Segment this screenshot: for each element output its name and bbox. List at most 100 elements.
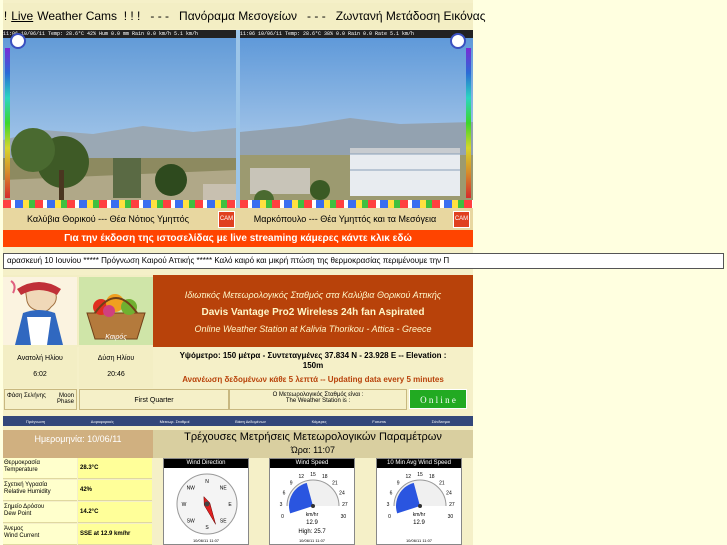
wind-speed-tick-label: 27	[342, 502, 348, 508]
wind-speed-tick-label: 18	[322, 474, 328, 480]
main-column: ! ! ! Live Weather Cams ! ! ! - - - Πανό…	[0, 0, 485, 545]
needle-hub	[204, 501, 210, 507]
avg-wind-tick-label: 12	[405, 474, 411, 480]
measurements-title: Τρέχουσες Μετρήσεις Μετεωρολογικών Παραμ…	[184, 431, 442, 443]
ticker-text: αρασκευή 10 Ιουνίου ***** Πρόγνωση Καιρο…	[7, 256, 450, 265]
left-webcam-overlay: 11:06 10/06/11 Temp: 28.6°C 42% Hum 0.0 …	[3, 30, 236, 38]
moon-label-cell: Φάση Σελήνης Moon Phase	[4, 389, 77, 410]
nav-item-forecast[interactable]: Πρόγνωση	[26, 419, 45, 424]
location-info: Υψόμετρο: 150 μέτρα - Συντεταγμένες 37.8…	[153, 347, 473, 388]
online-status-badge: O n l i n e	[409, 389, 467, 409]
humidity-label: Σχετική Υγρασία Relative Humidity	[3, 480, 77, 501]
wind-speed-unit: km/hr	[305, 512, 319, 518]
nav-item-database[interactable]: Βάση Δεδομένων	[235, 419, 266, 424]
nav-item-links[interactable]: Σύνδεσμοι	[432, 419, 451, 424]
nav-item-forums[interactable]: Forums	[372, 419, 386, 424]
temperature-value: 28.3°C	[78, 458, 152, 479]
streaming-banner[interactable]: Για την έκδοση της ιστοσελίδας με live s…	[3, 230, 473, 247]
tv-cam-icon[interactable]: CAM	[453, 211, 470, 228]
avg-wind-needle-hub	[418, 504, 422, 508]
compass-label: SE	[220, 518, 227, 524]
forecast-ticker: αρασκευή 10 Ιουνίου ***** Πρόγνωση Καιρο…	[3, 253, 724, 269]
compass-label: NE	[220, 486, 228, 492]
compass-label: SW	[187, 518, 195, 524]
compass-label: N	[205, 479, 209, 485]
measurements-time: Ώρα: 11:07	[291, 445, 335, 455]
wind-direction-gauge: Wind Direction N NE E SE S SW W NW 10/06/11 11:…	[163, 458, 249, 545]
dewpoint-label-english: Dew Point	[4, 511, 32, 517]
measurements: Θερμοκρασία Temperature 28.3°C Σχετική Υ…	[3, 458, 473, 545]
temperature-label-greek: Θερμοκρασία	[4, 460, 40, 466]
avg-wind-tick-label: 15	[417, 472, 423, 478]
moon-phase: First Quarter	[79, 389, 229, 410]
moon-label-greek: Φάση Σελήνης	[7, 393, 46, 399]
dewpoint-value: 14.2°C	[78, 502, 152, 523]
wind-speed-footer: 10/06/11 11:07	[298, 538, 326, 543]
lady-logo-image	[3, 277, 77, 345]
compass-icon	[450, 33, 466, 49]
station-status-label: Ο Μετεωρολογικός Σταθμός είναι : The Wea…	[229, 389, 407, 410]
wind-direction-title: Wind Direction	[164, 459, 248, 468]
humidity-value: 42%	[78, 480, 152, 501]
humidity-label-greek: Σχετική Υγρασία	[4, 482, 48, 488]
wind-speed-tick-label: 24	[339, 490, 345, 496]
wind-speed-high: High: 25.7	[298, 529, 326, 535]
wind-label-greek: Άνεμος	[4, 526, 24, 532]
avg-wind-footer: 10/06/11 11:07	[405, 538, 433, 543]
right-wind-scale	[240, 200, 473, 208]
tv-cam-icon[interactable]: CAM	[218, 211, 235, 228]
avg-wind-tick-label: 27	[449, 502, 455, 508]
station-english-title: Online Weather Station at Kalivia Thorik…	[194, 324, 432, 334]
date-row: Ημερομηνία: 10/06/11 Τρέχουσες Μετρήσεις…	[3, 430, 473, 458]
header-bar: ! ! ! Live Weather Cams ! ! ! - - - Πανό…	[0, 3, 485, 29]
left-color-scale	[5, 48, 10, 198]
wind-label: Άνεμος Wind Current	[3, 524, 77, 545]
avg-wind-tick-label: 9	[397, 481, 400, 487]
wind-speed-dial: 036912 15 1821242730	[280, 472, 348, 520]
sunrise: Ανατολή Ηλίου 6:02	[3, 347, 77, 388]
compass-label: W	[182, 502, 187, 508]
wind-speed-title: Wind Speed	[270, 459, 354, 468]
sunset-label: Δύση Ηλίου	[97, 355, 135, 362]
wind-speed-gauge: Wind Speed 0 3 6 9 12 15 18 21 24 27 30 km/hr 12.9…	[269, 458, 355, 545]
avg-wind-gauge: 10 Min Avg Wind Speed 0 3 6 9 12 15 18 21 24 27 30…	[376, 458, 462, 545]
compass-icon	[10, 33, 26, 49]
avg-wind-tick-label: 18	[429, 474, 435, 480]
avg-wind-tick-label: 24	[446, 490, 452, 496]
dewpoint-label-greek: Σημείο Δρόσου	[4, 504, 45, 510]
wind-speed-tick-label: 21	[332, 481, 338, 487]
nav-item-stations[interactable]: Μετεωρ. Σταθμοί	[160, 419, 190, 424]
station-model: Davis Vantage Pro2 Wireless 24h fan Aspi…	[201, 307, 425, 318]
left-wind-scale	[3, 200, 236, 208]
right-webcam-caption[interactable]: Μαρκόπουλο --- Θέα Υμηττός και τα Μεσόγε…	[240, 208, 450, 230]
nav-item-satellite[interactable]: Δορυφορικές	[91, 419, 114, 424]
avg-wind-dial: 036912 15 1821242730	[387, 472, 455, 520]
logo-caption: Καιρός	[105, 334, 127, 341]
wind-value: SSE at 12.9 km/hr	[78, 524, 152, 545]
right-color-scale	[466, 48, 471, 198]
elevation-line: Υψόμετρο: 150 μέτρα - Συντεταγμένες 37.8…	[179, 351, 447, 360]
moon-label-english: Moon Phase	[56, 393, 74, 405]
sunset: Δύση Ηλίου 20:46	[79, 347, 153, 388]
nav-item-cameras[interactable]: Κάμερες	[312, 419, 327, 424]
date-label: Ημερομηνία: 10/06/11	[3, 430, 153, 458]
avg-wind-tick-label: 3	[387, 502, 390, 508]
wind-speed-tick-label: 15	[310, 472, 316, 478]
header-prefix: ! ! !	[0, 9, 8, 23]
right-webcam-image[interactable]: 11:06 10/06/11 Temp: 28.6°C 38% 0.0 Rain…	[240, 30, 473, 208]
avg-wind-title: 10 Min Avg Wind Speed	[377, 459, 461, 468]
status-label-english: The Weather Station is :	[285, 398, 351, 404]
wind-speed-value: 12.9	[306, 520, 318, 526]
wind-direction-dial: NNEESESSWWNW	[176, 473, 238, 535]
fruit-basket-logo: Καιρός	[79, 277, 153, 345]
station-info: Ιδιωτικός Μετεωρολογικός Σταθμός στα Καλ…	[153, 275, 473, 347]
header-title: Weather Cams ! ! ! - - - Πανόραμα Μεσογε…	[37, 9, 486, 23]
avg-wind-value: 12.9	[413, 520, 425, 526]
sunrise-time: 6:02	[33, 371, 47, 378]
right-webcam-overlay: 11:06 10/06/11 Temp: 28.6°C 38% 0.0 Rain…	[240, 30, 473, 38]
wind-speed-tick-label: 6	[283, 490, 286, 496]
left-webcam-image[interactable]: 11:06 10/06/11 Temp: 28.6°C 42% Hum 0.0 …	[3, 30, 236, 208]
live-link[interactable]: Live	[11, 9, 33, 23]
left-webcam-caption[interactable]: Καλύβια Θορικού --- Θέα Νότιος Υμηττός	[3, 208, 213, 230]
humidity-label-english: Relative Humidity	[4, 489, 51, 495]
